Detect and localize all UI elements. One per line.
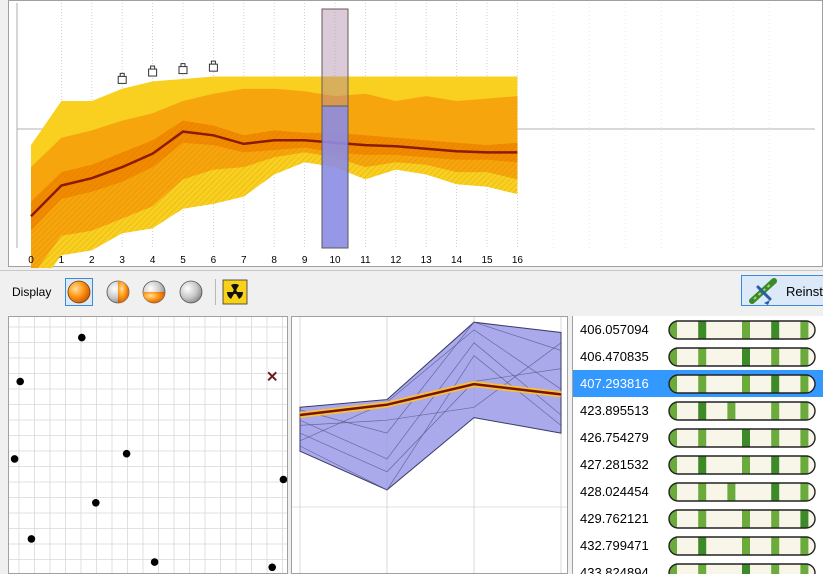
scatter-point xyxy=(16,377,24,386)
list-item-value: 429.762121 xyxy=(580,511,649,526)
parallel-coordinates-plot xyxy=(292,317,567,573)
polyline-envelope xyxy=(299,321,562,491)
gray-sphere-icon xyxy=(179,280,203,304)
x-tick-label: 16 xyxy=(512,255,524,266)
orange-sphere-icon xyxy=(67,280,91,304)
lock-marker-icon xyxy=(117,72,127,84)
chromosome-icon xyxy=(668,401,816,421)
reinstall-button[interactable]: Reinst xyxy=(741,275,823,306)
x-tick-label: 14 xyxy=(451,255,463,266)
radiation-button[interactable] xyxy=(221,278,249,306)
scatter-point xyxy=(150,558,159,566)
lock-marker-icon xyxy=(178,63,188,75)
scatter-point xyxy=(27,535,36,543)
list-item-value: 426.754279 xyxy=(580,430,649,445)
reinstall-label: Reinst xyxy=(786,284,823,299)
dna-icon xyxy=(749,278,777,305)
chromosome-icon xyxy=(668,509,816,529)
list-item-value: 433.824894 xyxy=(580,565,649,574)
list-item-value: 428.024454 xyxy=(580,484,649,499)
scatter-point xyxy=(279,475,287,484)
toolbar-separator xyxy=(215,279,216,305)
list-item-value: 407.293816 xyxy=(580,376,649,391)
list-item[interactable]: 427.281532 xyxy=(573,451,823,478)
chromosome-icon xyxy=(668,563,816,574)
chromosome-icon xyxy=(668,455,816,475)
display-toolbar: Display Reinst xyxy=(0,270,823,311)
half-orange-sphere-icon xyxy=(106,280,130,304)
parallel-coordinates-panel[interactable] xyxy=(291,316,568,574)
x-tick-label: 6 xyxy=(211,255,217,266)
display-label: Display xyxy=(12,285,52,299)
list-item[interactable]: 406.057094 xyxy=(573,316,823,343)
x-tick-label: 3 xyxy=(119,255,125,266)
x-tick-label: 11 xyxy=(360,255,371,266)
scatter-point xyxy=(268,563,277,572)
value-list-panel[interactable]: 406.057094 406.470835 407.293816 423.895513… xyxy=(572,316,823,574)
x-tick-label: 1 xyxy=(59,255,65,266)
chromosome-icon xyxy=(668,320,816,340)
list-item[interactable]: 433.824894 xyxy=(573,559,823,574)
chromosome-icon xyxy=(668,482,816,502)
x-tick-label: 13 xyxy=(421,255,433,266)
highlight-column-upper xyxy=(321,8,349,107)
scatter-point xyxy=(92,499,100,507)
scatter-point xyxy=(78,333,86,342)
chromosome-icon xyxy=(668,428,816,448)
lock-marker-icon xyxy=(148,65,158,77)
list-item[interactable]: 429.762121 xyxy=(573,505,823,532)
scatter-plot xyxy=(9,317,287,573)
x-tick-label: 12 xyxy=(390,255,402,266)
display-half-sphere-button[interactable] xyxy=(104,278,132,306)
orange-gray-sphere-icon xyxy=(142,280,166,304)
x-tick-label: 0 xyxy=(28,255,34,266)
highlight-column xyxy=(321,105,349,249)
chromosome-icon xyxy=(668,536,816,556)
list-item-value: 406.057094 xyxy=(580,322,649,337)
chromosome-icon xyxy=(668,374,816,394)
list-item-value: 427.281532 xyxy=(580,457,649,472)
x-tick-label: 5 xyxy=(180,255,186,266)
list-item[interactable]: 406.470835 xyxy=(573,343,823,370)
x-tick-label: 9 xyxy=(302,255,308,266)
list-item-value: 423.895513 xyxy=(580,403,649,418)
chromosome-icon xyxy=(668,347,816,367)
x-tick-label: 15 xyxy=(481,255,493,266)
x-tick-label: 10 xyxy=(329,255,341,266)
list-item[interactable]: 426.754279 xyxy=(573,424,823,451)
radiation-icon xyxy=(222,279,248,305)
display-gray-sphere-button[interactable] xyxy=(177,278,205,306)
display-orange-gray-sphere-button[interactable] xyxy=(140,278,168,306)
x-tick-label: 7 xyxy=(241,255,247,266)
band-chart-panel[interactable]: 0 1 2 3 4 5 6 7 8 9 10 11 12 13 14 15 16 xyxy=(8,0,823,268)
scatter-panel[interactable] xyxy=(8,316,288,574)
list-item[interactable]: 407.293816 xyxy=(573,370,823,397)
x-tick-label: 4 xyxy=(150,255,156,266)
lock-marker-icon xyxy=(208,60,218,72)
display-orange-sphere-button[interactable] xyxy=(65,278,93,306)
list-item[interactable]: 423.895513 xyxy=(573,397,823,424)
list-item[interactable]: 428.024454 xyxy=(573,478,823,505)
x-tick-label: 8 xyxy=(271,255,277,266)
list-item[interactable]: 432.799471 xyxy=(573,532,823,559)
band-chart: 0 1 2 3 4 5 6 7 8 9 10 11 12 13 14 15 16 xyxy=(16,3,815,268)
list-item-value: 432.799471 xyxy=(580,538,649,553)
scatter-point xyxy=(122,449,131,458)
scatter-point xyxy=(10,455,19,463)
list-item-value: 406.470835 xyxy=(580,349,649,364)
x-tick-label: 2 xyxy=(89,255,95,266)
